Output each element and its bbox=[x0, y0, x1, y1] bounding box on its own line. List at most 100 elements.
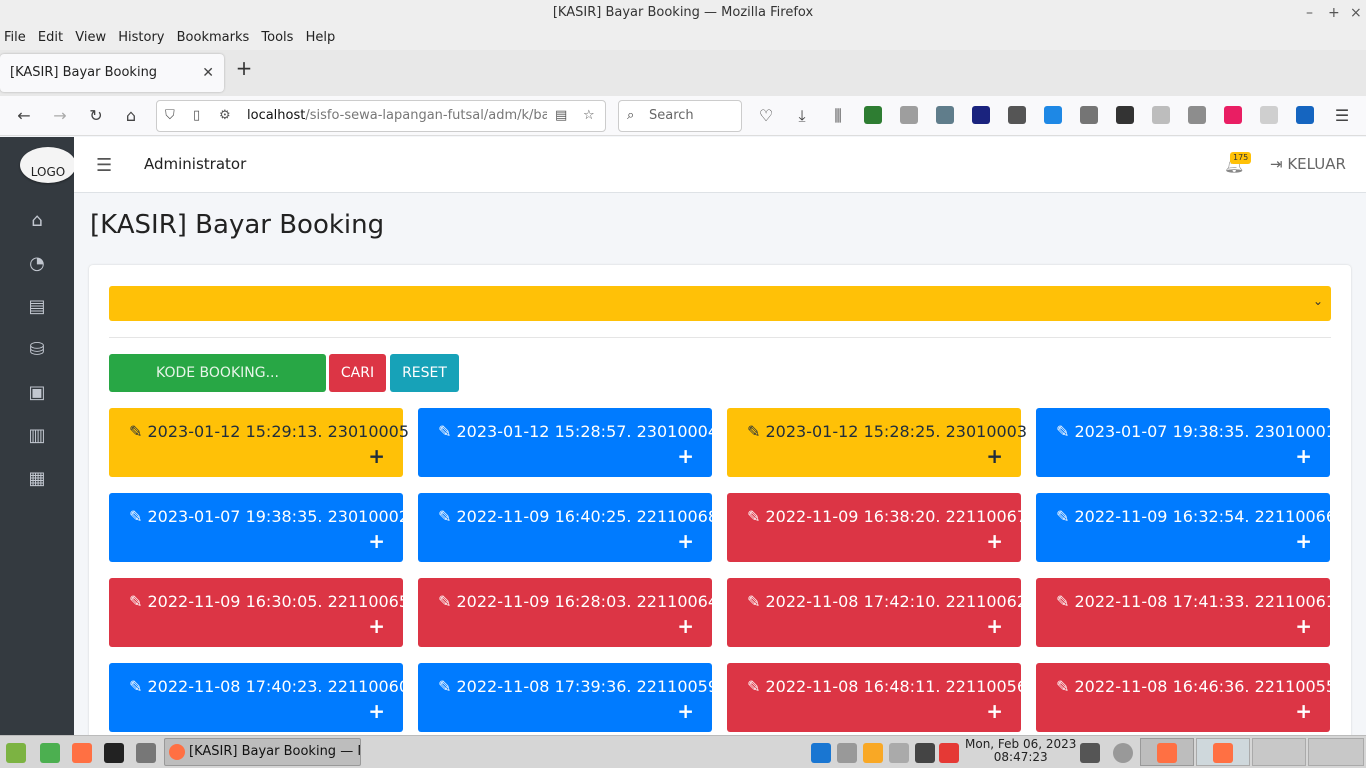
close-tab-icon[interactable]: ✕ bbox=[202, 54, 214, 92]
files-icon[interactable] bbox=[136, 743, 156, 763]
booking-tile[interactable]: ✎ 2022-11-08 17:41:33. 22110061 + bbox=[1036, 578, 1336, 647]
booking-tile[interactable]: ✎ 2022-11-09 16:28:03. 22110064 + bbox=[418, 578, 718, 647]
plus-icon[interactable]: + bbox=[368, 699, 385, 723]
downloads-icon[interactable]: ⤓ bbox=[790, 104, 814, 128]
volume-icon[interactable] bbox=[889, 743, 909, 763]
tray-circle-icon[interactable] bbox=[1113, 743, 1133, 763]
permissions-icon[interactable]: ⚙ bbox=[219, 101, 231, 131]
menu-help[interactable]: Help bbox=[302, 26, 340, 50]
show-desktop-icon[interactable] bbox=[40, 743, 60, 763]
bluetooth-icon[interactable] bbox=[811, 743, 831, 763]
menu-edit[interactable]: Edit bbox=[34, 26, 67, 50]
search-input[interactable]: ⌕ Search bbox=[618, 100, 742, 132]
new-tab-button[interactable]: + bbox=[234, 56, 254, 80]
close-window-icon[interactable]: × bbox=[1350, 0, 1362, 26]
forward-icon[interactable]: → bbox=[48, 104, 72, 128]
booking-tile[interactable]: ✎ 2022-11-08 16:48:11. 22110056 + bbox=[727, 663, 1027, 732]
extension-grid-icon[interactable] bbox=[1008, 106, 1026, 124]
url-text[interactable]: localhost/sisfo-sewa-lapangan-futsal/adm… bbox=[247, 101, 547, 131]
bluetooth-tray-icon[interactable] bbox=[915, 743, 935, 763]
menu-view[interactable]: View bbox=[71, 26, 110, 50]
money-icon[interactable]: ▣ bbox=[25, 381, 49, 405]
clock[interactable]: Mon, Feb 06, 2023 08:47:23 bbox=[965, 738, 1076, 764]
back-icon[interactable]: ← bbox=[12, 104, 36, 128]
plus-icon[interactable]: + bbox=[1295, 699, 1312, 723]
battery-icon[interactable] bbox=[1080, 743, 1100, 763]
globe-extension-icon[interactable] bbox=[1152, 106, 1170, 124]
plus-icon[interactable]: + bbox=[1295, 529, 1312, 553]
plus-icon[interactable]: + bbox=[1295, 614, 1312, 638]
tray-app-icon[interactable] bbox=[863, 743, 883, 763]
booking-tile[interactable]: ✎ 2022-11-08 17:42:10. 22110062 + bbox=[727, 578, 1027, 647]
extension-icon[interactable] bbox=[900, 106, 918, 124]
filter-select[interactable]: ⌄ bbox=[109, 286, 1331, 321]
app-menu-icon[interactable]: ☰ bbox=[1330, 104, 1354, 128]
toggle-extension-icon[interactable] bbox=[1260, 106, 1278, 124]
plus-icon[interactable]: + bbox=[986, 529, 1003, 553]
sidebar-toggle-icon[interactable] bbox=[936, 106, 954, 124]
firefox-launcher-icon[interactable] bbox=[72, 743, 92, 763]
cari-button[interactable]: CARI bbox=[329, 354, 386, 392]
minimize-icon[interactable]: – bbox=[1306, 0, 1313, 26]
plus-icon[interactable]: + bbox=[986, 614, 1003, 638]
url-bar[interactable]: ⛉ ▯ ⚙ localhost/sisfo-sewa-lapangan-futs… bbox=[156, 100, 606, 132]
network-icon[interactable] bbox=[837, 743, 857, 763]
extension-icon[interactable] bbox=[1188, 106, 1206, 124]
workspace-4[interactable] bbox=[1308, 738, 1364, 766]
menu-history[interactable]: History bbox=[114, 26, 168, 50]
plus-icon[interactable]: + bbox=[986, 444, 1003, 468]
menu-tools[interactable]: Tools bbox=[257, 26, 297, 50]
logo[interactable]: LOGO bbox=[20, 147, 76, 183]
database-icon[interactable]: ⛁ bbox=[25, 338, 49, 362]
hamburger-menu-icon[interactable]: ☰ bbox=[96, 155, 112, 176]
menu-file[interactable]: File bbox=[0, 26, 30, 50]
plus-icon[interactable]: + bbox=[677, 444, 694, 468]
plus-icon[interactable]: + bbox=[677, 614, 694, 638]
maximize-icon[interactable]: + bbox=[1328, 0, 1340, 26]
update-warning-icon[interactable] bbox=[939, 743, 959, 763]
zoom-extension-icon[interactable] bbox=[1044, 106, 1062, 124]
logout-button[interactable]: ⇥ KELUAR bbox=[1270, 155, 1346, 173]
plus-icon[interactable]: + bbox=[677, 529, 694, 553]
archive-icon[interactable]: ▦ bbox=[25, 467, 49, 491]
colorful-extension-icon[interactable] bbox=[1224, 106, 1242, 124]
plus-icon[interactable]: + bbox=[368, 614, 385, 638]
shield-icon[interactable]: ⛉ bbox=[165, 101, 175, 131]
taskbar-window-firefox[interactable]: [KASIR] Bayar Booking — M... bbox=[164, 738, 361, 766]
book-icon[interactable]: ▥ bbox=[25, 424, 49, 448]
booking-tile[interactable]: ✎ 2022-11-08 16:46:36. 22110055 + bbox=[1036, 663, 1336, 732]
bookmark-star-icon[interactable]: ☆ bbox=[583, 101, 595, 131]
download-arrow-icon[interactable] bbox=[1296, 106, 1314, 124]
extension-download-green-icon[interactable] bbox=[864, 106, 882, 124]
workspace-3[interactable] bbox=[1252, 738, 1306, 766]
booking-tile[interactable]: ✎ 2022-11-08 17:40:23. 22110060 + bbox=[109, 663, 409, 732]
qr-code-icon[interactable] bbox=[1116, 106, 1134, 124]
reader-view-icon[interactable]: ▤ bbox=[555, 101, 567, 131]
booking-tile[interactable]: ✎ 2022-11-09 16:30:05. 22110065 + bbox=[109, 578, 409, 647]
reset-button[interactable]: RESET bbox=[390, 354, 459, 392]
mint-menu-icon[interactable] bbox=[6, 743, 26, 763]
plus-icon[interactable]: + bbox=[368, 444, 385, 468]
menu-bookmarks[interactable]: Bookmarks bbox=[173, 26, 254, 50]
reload-icon[interactable]: ↻ bbox=[84, 104, 108, 128]
plus-icon[interactable]: + bbox=[677, 699, 694, 723]
list-icon[interactable]: ▤ bbox=[25, 295, 49, 319]
dashboard-icon[interactable]: ◔ bbox=[25, 252, 49, 276]
library-icon[interactable]: ⫼ bbox=[826, 104, 850, 128]
home-button-icon[interactable]: ⌂ bbox=[119, 104, 143, 128]
lock-extension-icon[interactable] bbox=[1080, 106, 1098, 124]
booking-tile[interactable]: ✎ 2023-01-12 15:28:57. 23010004 + bbox=[418, 408, 718, 477]
booking-tile[interactable]: ✎ 2023-01-07 19:38:35. 23010001 + bbox=[1036, 408, 1336, 477]
booking-tile[interactable]: ✎ 2022-11-09 16:38:20. 22110067 + bbox=[727, 493, 1027, 562]
terminal-icon[interactable] bbox=[104, 743, 124, 763]
booking-tile[interactable]: ✎ 2022-11-09 16:40:25. 22110068 + bbox=[418, 493, 718, 562]
browser-tab[interactable]: [KASIR] Bayar Booking ✕ bbox=[0, 54, 224, 92]
plus-icon[interactable]: + bbox=[1295, 444, 1312, 468]
kode-booking-input[interactable]: KODE BOOKING... bbox=[109, 354, 326, 392]
booking-tile[interactable]: ✎ 2023-01-07 19:38:35. 23010002 + bbox=[109, 493, 409, 562]
extension-downloader-icon[interactable] bbox=[972, 106, 990, 124]
booking-tile[interactable]: ✎ 2022-11-09 16:32:54. 22110066 + bbox=[1036, 493, 1336, 562]
plus-icon[interactable]: + bbox=[986, 699, 1003, 723]
plus-icon[interactable]: + bbox=[368, 529, 385, 553]
booking-tile[interactable]: ✎ 2023-01-12 15:29:13. 23010005 + bbox=[109, 408, 409, 477]
